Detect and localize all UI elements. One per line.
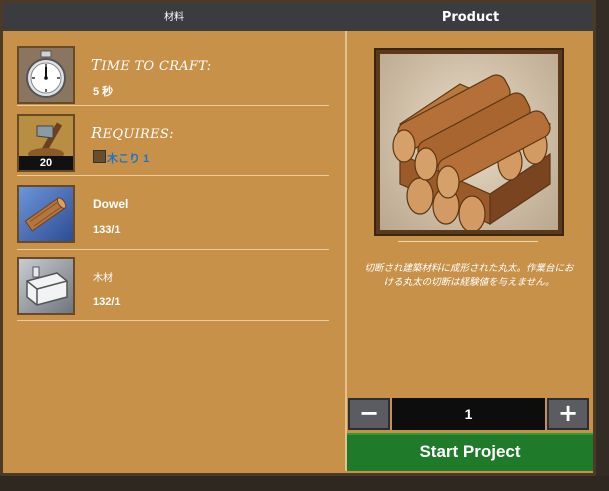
product-preview [374, 48, 564, 236]
product-separator [398, 241, 538, 242]
crafting-window: 材料 Product Time to craft: 5 秒 [0, 0, 596, 476]
product-description: 切断され建築材料に成形された丸太。作業台における丸太の切断は経験値を与えません。 [364, 263, 574, 288]
craft-time-row: Time to craft: 5 秒 [17, 46, 329, 112]
dowel-icon [17, 185, 75, 243]
woodcutting-icon: 20 [17, 114, 75, 172]
material-row: 木材 132/1 [17, 257, 329, 323]
row-separator [17, 249, 329, 250]
materials-header: 材料 [164, 12, 184, 23]
stopwatch-icon [17, 46, 75, 104]
level-badge: 20 [19, 156, 73, 170]
row-separator [17, 105, 329, 106]
material-name: 木材 [93, 273, 113, 284]
column-divider [345, 31, 347, 471]
material-name: Dowel [93, 197, 129, 211]
header-bar: 材料 Product [3, 3, 593, 31]
requires-title: Requires: [91, 124, 174, 142]
skill-icon [93, 150, 106, 163]
skill-name[interactable]: 木こり [107, 153, 140, 165]
window-shadow-bottom [0, 476, 609, 491]
requires-skill[interactable]: 木こり 1 [93, 150, 149, 166]
product-header: Product [441, 10, 500, 25]
row-separator [17, 175, 329, 176]
increase-quantity-button[interactable]: + [547, 398, 589, 430]
window-shadow-right [596, 0, 609, 491]
decrease-quantity-button[interactable]: − [348, 398, 390, 430]
requires-row: 20 Requires: 木こり 1 [17, 114, 329, 180]
material-count: 133/1 [93, 224, 121, 236]
row-separator [17, 320, 329, 321]
lumber-icon [17, 257, 75, 315]
log-stack-icon [380, 54, 558, 233]
craft-time-title: Time to craft: [91, 56, 212, 74]
material-count: 132/1 [93, 296, 121, 308]
skill-level: 1 [143, 153, 150, 165]
craft-time-value: 5 秒 [93, 86, 114, 98]
start-project-button[interactable]: Start Project [347, 433, 593, 471]
material-row: Dowel 133/1 [17, 185, 329, 251]
quantity-field[interactable]: 1 [392, 398, 545, 430]
